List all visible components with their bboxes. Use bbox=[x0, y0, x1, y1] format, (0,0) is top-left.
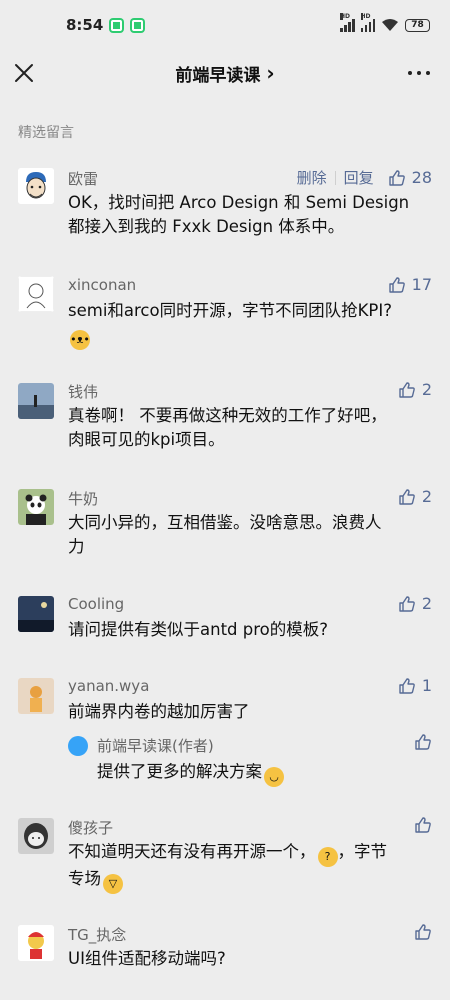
like-button[interactable]: 17 bbox=[388, 275, 432, 294]
like-count: 17 bbox=[411, 275, 432, 294]
comment-actions bbox=[400, 923, 432, 941]
status-time: 8:54 bbox=[66, 16, 104, 34]
avatar[interactable] bbox=[18, 489, 54, 525]
signal-icon: HD bbox=[340, 13, 355, 32]
comment-line: 不知道明天还有没有再开源一个，? ，字节 bbox=[68, 840, 436, 867]
commenter-name: TG_执念 bbox=[68, 926, 127, 944]
like-button[interactable] bbox=[414, 816, 432, 834]
section-label: 精选留言 bbox=[18, 125, 74, 141]
grin-emoji-icon: ▽ bbox=[103, 874, 123, 894]
thumbs-up-icon bbox=[415, 924, 431, 940]
signal-icon-2: HD bbox=[360, 13, 375, 32]
page-title[interactable]: 前端早读课 › bbox=[175, 61, 274, 86]
author-reply-text: 提供了更多的解决方案 ◡ bbox=[97, 758, 284, 787]
comment-line: 真卷啊！ 不要再做这种无效的工作了好吧， bbox=[68, 406, 387, 425]
thumbs-up-icon bbox=[388, 276, 405, 293]
comment-text: 真卷啊！ 不要再做这种无效的工作了好吧， 肉眼可见的kpi项目。 bbox=[68, 404, 436, 452]
comment-text: 请问提供有类似于antd pro的模板? bbox=[68, 618, 436, 642]
comment-text: 大同小异的，互相借鉴。没啥意思。浪费人 力 bbox=[68, 511, 436, 559]
like-button[interactable]: 2 bbox=[398, 594, 432, 613]
smile-emoji-icon: ◡ bbox=[264, 766, 284, 787]
like-count: 2 bbox=[421, 380, 432, 399]
battery-icon: 78 bbox=[405, 18, 430, 32]
comment-text: OK，找时间把 Arco Design 和 Semi Design 都接入到我的… bbox=[68, 191, 436, 239]
comment-actions: 17 bbox=[374, 275, 432, 294]
commenter-name: 傻孩子 bbox=[68, 819, 114, 837]
comment-line: UI组件适配移动端吗? bbox=[68, 949, 226, 968]
like-button[interactable]: 2 bbox=[398, 380, 432, 399]
avatar[interactable] bbox=[18, 925, 54, 961]
wifi-icon bbox=[382, 19, 398, 31]
avatar[interactable] bbox=[18, 168, 54, 204]
comment-line: semi和arco同时开源，字节不同团队抢KPI? bbox=[68, 301, 392, 320]
comment-line: 力 bbox=[68, 537, 85, 556]
commenter-name: 钱伟 bbox=[68, 383, 99, 401]
comment-actions: 删除 回复 28 bbox=[297, 167, 432, 188]
comment-text: UI组件适配移动端吗? bbox=[68, 947, 436, 971]
like-count: 28 bbox=[411, 168, 432, 187]
comment-line: 请问提供有类似于antd pro的模板? bbox=[68, 620, 329, 639]
comment-line-suffix: ，字节 bbox=[337, 842, 388, 861]
nav-bar: 前端早读课 › bbox=[0, 50, 450, 96]
avatar[interactable] bbox=[18, 818, 54, 854]
avatar[interactable] bbox=[18, 678, 54, 714]
action-divider bbox=[334, 170, 336, 185]
comment-line: 都接入到我的 Fxxk Design 体系中。 bbox=[68, 217, 345, 236]
comment-text: semi和arco同时开源，字节不同团队抢KPI? •ᴥ• bbox=[68, 299, 436, 350]
page-title-text: 前端早读课 bbox=[175, 65, 261, 86]
thumbs-up-icon bbox=[399, 381, 415, 398]
delete-button[interactable]: 删除 bbox=[297, 167, 327, 188]
chevron-right-icon: › bbox=[266, 61, 275, 85]
cat-emoji-icon: •ᴥ• bbox=[70, 330, 90, 350]
reply-button[interactable]: 回复 bbox=[344, 167, 374, 188]
comment-actions: 2 bbox=[384, 380, 432, 399]
thumbs-up-icon bbox=[399, 595, 415, 612]
thumbs-up-icon bbox=[399, 488, 415, 505]
comment-line-text: 不知道明天还有没有再开源一个， bbox=[68, 842, 316, 861]
thumbs-up-icon bbox=[399, 677, 415, 694]
commenter-name: 牛奶 bbox=[68, 490, 99, 508]
author-reply-name: 前端早读课(作者) bbox=[97, 737, 214, 755]
commenter-name: yanan.wya bbox=[68, 677, 150, 695]
like-button[interactable]: 2 bbox=[398, 487, 432, 506]
thumbs-up-icon bbox=[415, 817, 431, 833]
notification-app-icon bbox=[109, 17, 125, 33]
comment-line: 前端界内卷的越加厉害了 bbox=[68, 702, 250, 721]
comment-text: 前端界内卷的越加厉害了 bbox=[68, 700, 436, 724]
like-count: 1 bbox=[421, 676, 432, 695]
like-count: 2 bbox=[421, 487, 432, 506]
comment-line-emoji: •ᴥ• bbox=[68, 323, 436, 350]
comment-line: 大同小异的，互相借鉴。没啥意思。浪费人 bbox=[68, 513, 382, 532]
comment-line: 专场 ▽ bbox=[68, 867, 436, 894]
comment-actions: 1 bbox=[384, 676, 432, 695]
like-button[interactable]: 28 bbox=[388, 168, 432, 187]
avatar[interactable] bbox=[18, 596, 54, 632]
thumbs-up-icon bbox=[388, 169, 405, 186]
comment-actions bbox=[400, 816, 432, 834]
reply-actions bbox=[400, 733, 432, 751]
comment-line: 肉眼可见的kpi项目。 bbox=[68, 430, 225, 449]
avatar[interactable] bbox=[18, 383, 54, 419]
like-button[interactable] bbox=[414, 733, 432, 751]
thumbs-up-icon bbox=[415, 734, 431, 750]
reply-text-content: 提供了更多的解决方案 bbox=[97, 762, 262, 781]
notification-app-icon-2 bbox=[130, 17, 146, 33]
comment-line-text: 专场 bbox=[68, 869, 101, 888]
more-icon[interactable] bbox=[408, 71, 430, 75]
commenter-name: Cooling bbox=[68, 595, 125, 613]
comment-text: 不知道明天还有没有再开源一个，? ，字节 专场 ▽ bbox=[68, 840, 436, 894]
comment-actions: 2 bbox=[384, 487, 432, 506]
commenter-name: 欧雷 bbox=[68, 170, 99, 188]
like-button[interactable]: 1 bbox=[398, 676, 432, 695]
author-avatar-icon bbox=[68, 736, 88, 756]
comment-actions: 2 bbox=[384, 594, 432, 613]
close-icon[interactable] bbox=[13, 62, 35, 84]
avatar[interactable] bbox=[18, 276, 54, 312]
like-count: 2 bbox=[421, 594, 432, 613]
status-bar: 8:54 HD HD 78 bbox=[0, 0, 450, 50]
thinking-emoji-icon: ? bbox=[317, 847, 338, 867]
like-button[interactable] bbox=[414, 923, 432, 941]
comment-line: OK，找时间把 Arco Design 和 Semi Design bbox=[68, 193, 410, 212]
commenter-name: xinconan bbox=[68, 276, 137, 294]
